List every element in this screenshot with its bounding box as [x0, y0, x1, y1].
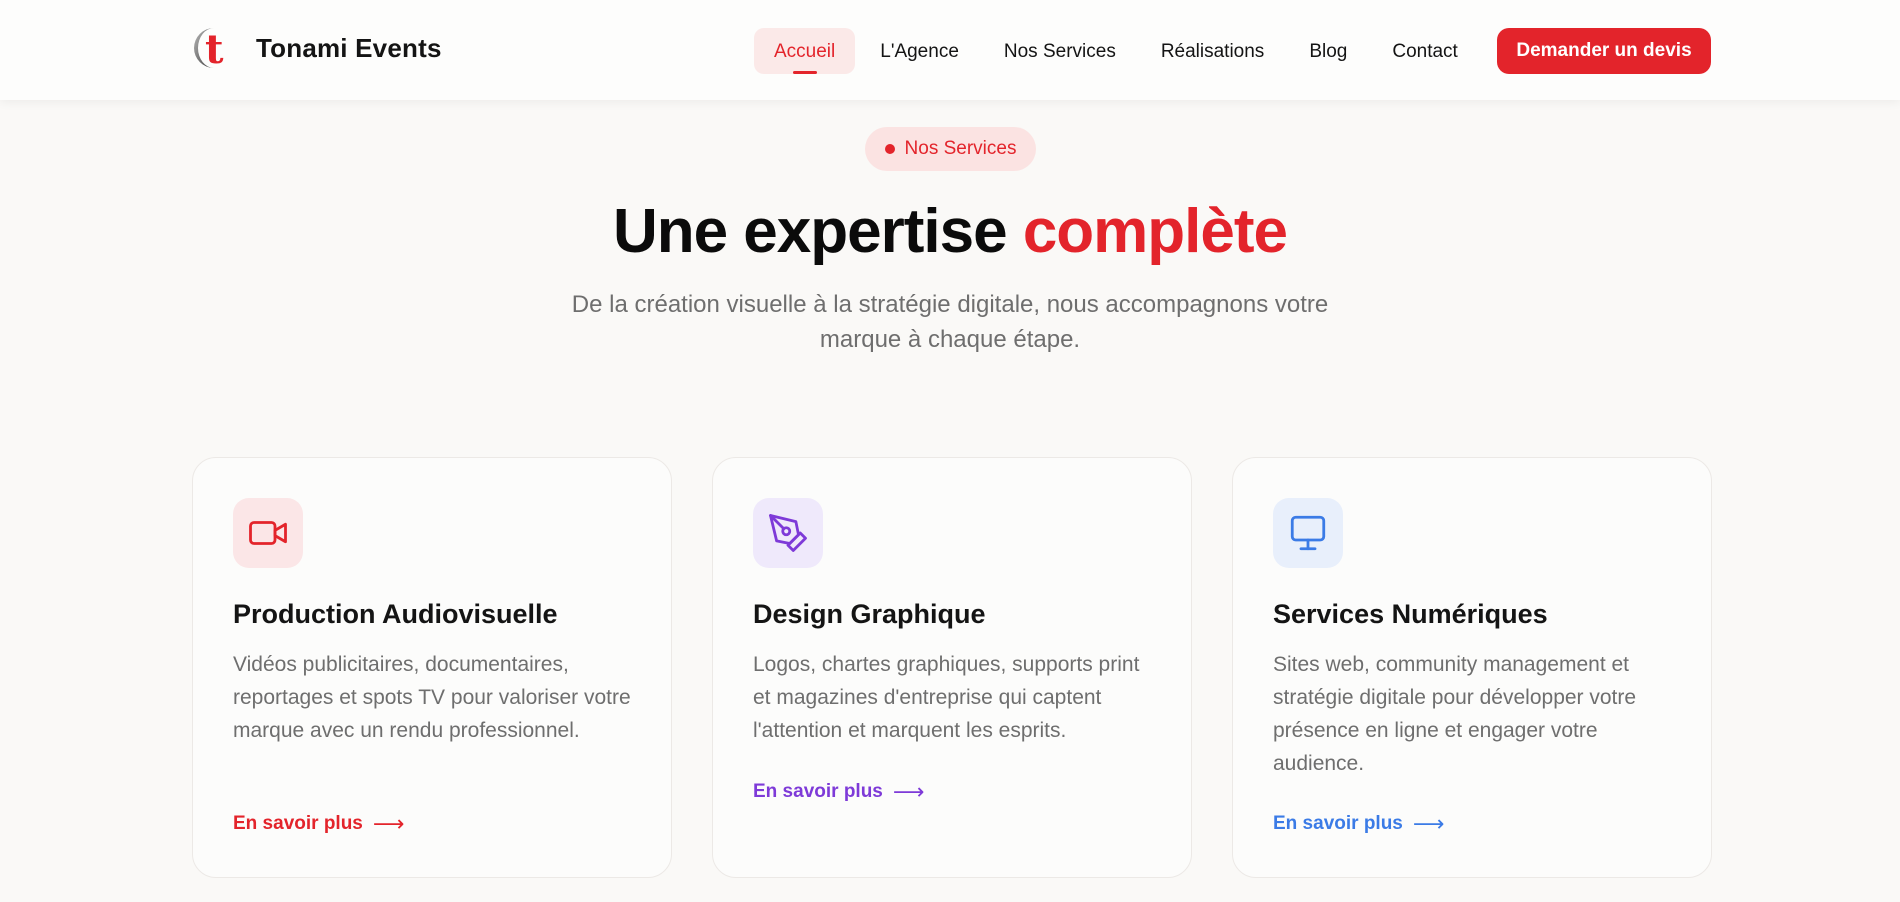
- brand-logo[interactable]: t Tonami Events: [192, 26, 442, 73]
- service-card-audiovisual: Production Audiovisuelle Vidéos publicit…: [192, 457, 672, 878]
- nav-item-agence[interactable]: L'Agence: [860, 28, 979, 74]
- pen-tool-icon: [753, 498, 823, 568]
- arrow-right-icon: ⟶: [372, 811, 405, 836]
- service-title: Design Graphique: [753, 599, 986, 629]
- service-title: Services Numériques: [1273, 599, 1548, 629]
- learn-more-link[interactable]: En savoir plus ⟶: [753, 779, 924, 805]
- video-camera-icon: [233, 498, 303, 568]
- service-card-design: Design Graphique Logos, chartes graphiqu…: [712, 457, 1192, 878]
- arrow-right-icon: ⟶: [892, 779, 925, 804]
- main-nav: Accueil L'Agence Nos Services Réalisatio…: [754, 28, 1483, 74]
- nav-item-blog[interactable]: Blog: [1289, 28, 1367, 74]
- section-title-accent: complète: [1022, 197, 1288, 266]
- request-quote-button[interactable]: Demander un devis: [1497, 28, 1711, 74]
- service-card-digital: Services Numériques Sites web, community…: [1232, 457, 1712, 878]
- section-title-main: Une expertise: [612, 197, 1008, 266]
- logo-icon: t: [192, 26, 236, 73]
- learn-more-link[interactable]: En savoir plus ⟶: [233, 811, 404, 837]
- brand-name: Tonami Events: [256, 32, 442, 63]
- badge-dot-icon: [884, 144, 895, 154]
- nav-item-accueil[interactable]: Accueil: [754, 28, 856, 74]
- monitor-icon: [1273, 498, 1343, 568]
- section-subtitle: De la création visuelle à la stratégie d…: [571, 291, 1329, 353]
- learn-more-label: En savoir plus: [753, 781, 883, 802]
- site-header: t Tonami Events Accueil L'Agence Nos Ser…: [0, 0, 1900, 100]
- arrow-right-icon: ⟶: [1412, 811, 1445, 836]
- section-badge: Nos Services: [865, 127, 1036, 171]
- service-description: Vidéos publicitaires, documentaires, rep…: [233, 653, 631, 742]
- section-title: Une expertise complète: [0, 196, 1900, 267]
- service-description: Sites web, community management et strat…: [1273, 653, 1637, 775]
- svg-text:t: t: [205, 26, 224, 70]
- nav-item-contact[interactable]: Contact: [1372, 28, 1477, 74]
- nav-item-realisations[interactable]: Réalisations: [1141, 28, 1285, 74]
- learn-more-label: En savoir plus: [233, 813, 363, 834]
- learn-more-link[interactable]: En savoir plus ⟶: [1273, 811, 1444, 837]
- section-badge-label: Nos Services: [904, 138, 1017, 159]
- nav-item-services[interactable]: Nos Services: [984, 28, 1136, 74]
- service-title: Production Audiovisuelle: [233, 599, 558, 629]
- learn-more-label: En savoir plus: [1273, 813, 1403, 834]
- service-description: Logos, chartes graphiques, supports prin…: [753, 653, 1140, 742]
